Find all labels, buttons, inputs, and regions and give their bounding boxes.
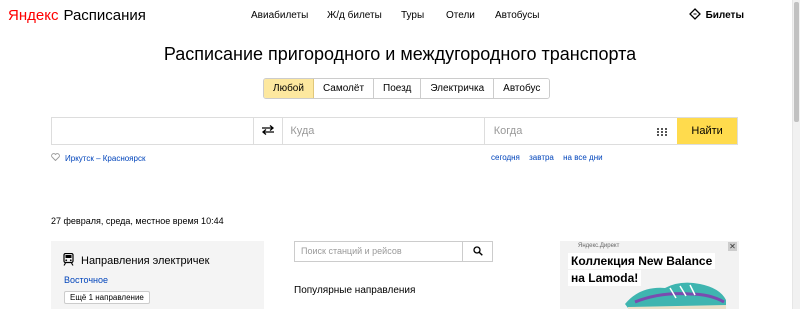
search-icon bbox=[472, 243, 483, 261]
transport-tabs: Любой Самолёт Поезд Электричка Автобус bbox=[263, 78, 551, 99]
nav-item-buses[interactable]: Автобусы bbox=[495, 10, 539, 21]
train-icon bbox=[63, 252, 74, 269]
tab-any[interactable]: Любой bbox=[264, 79, 314, 98]
swap-button[interactable] bbox=[254, 118, 284, 144]
date-all-days-link[interactable]: на все дни bbox=[563, 153, 602, 162]
current-date-time: 27 февраля, среда, местное время 10:44 bbox=[51, 216, 224, 226]
tickets-link[interactable]: Билеты bbox=[688, 8, 744, 23]
date-shortcuts: сегодня завтра на все дни bbox=[491, 153, 610, 162]
nav-item-tours[interactable]: Туры bbox=[401, 10, 424, 21]
ad-label: Яндекс.Директ bbox=[578, 243, 620, 249]
recent-route-link[interactable]: Иркутск – Красноярск bbox=[65, 154, 145, 163]
nav-item-avia[interactable]: Авиабилеты bbox=[251, 10, 308, 21]
find-button[interactable]: Найти bbox=[677, 118, 738, 144]
calendar-icon[interactable] bbox=[657, 127, 668, 139]
to-field[interactable]: Куда bbox=[283, 118, 485, 144]
ad-headline: Коллекция New Balance bbox=[568, 253, 716, 269]
station-search: Поиск станций и рейсов bbox=[294, 241, 493, 262]
direction-link[interactable]: Восточное bbox=[64, 275, 108, 285]
station-search-button[interactable] bbox=[463, 242, 492, 261]
date-tomorrow-link[interactable]: завтра bbox=[529, 153, 554, 162]
ad-banner[interactable]: Яндекс.Директ ✕ Коллекция New Balance на… bbox=[560, 241, 739, 309]
tab-train[interactable]: Поезд bbox=[374, 79, 422, 98]
suburban-directions-card: Направления электричек Восточное Ещё 1 н… bbox=[51, 241, 264, 309]
nav-item-rail[interactable]: Ж/д билеты bbox=[327, 10, 382, 21]
popular-heading: Популярные направления bbox=[294, 285, 416, 296]
when-placeholder: Когда bbox=[493, 125, 523, 137]
tab-bus[interactable]: Автобус bbox=[494, 79, 550, 98]
from-field[interactable] bbox=[52, 118, 255, 144]
station-search-input[interactable]: Поиск станций и рейсов bbox=[295, 242, 464, 261]
header: Яндекс Расписания Авиабилеты Ж/д билеты Т… bbox=[0, 0, 800, 32]
ad-close-button[interactable]: ✕ bbox=[728, 242, 737, 251]
tab-plane[interactable]: Самолёт bbox=[313, 79, 375, 98]
tab-suburban[interactable]: Электричка bbox=[421, 79, 495, 98]
tickets-label: Билеты bbox=[705, 10, 744, 21]
search-form: Куда Когда Найти bbox=[51, 117, 738, 145]
date-today-link[interactable]: сегодня bbox=[491, 153, 520, 162]
nav-item-hotels[interactable]: Отели bbox=[446, 10, 475, 21]
recent-search[interactable]: Иркутск – Красноярск bbox=[51, 153, 145, 163]
card-title: Направления электричек bbox=[81, 255, 210, 267]
sneaker-image bbox=[620, 274, 730, 309]
heart-icon[interactable] bbox=[51, 153, 60, 163]
page-title: Расписание пригородного и междугородного… bbox=[163, 44, 637, 64]
swap-icon bbox=[261, 122, 275, 140]
card-header: Направления электричек bbox=[63, 252, 210, 269]
more-directions-button[interactable]: Ещё 1 направление bbox=[64, 291, 150, 304]
when-field[interactable]: Когда bbox=[485, 118, 677, 144]
ticket-icon bbox=[688, 8, 701, 23]
top-nav: Авиабилеты Ж/д билеты Туры Отели Автобус… bbox=[0, 10, 800, 24]
